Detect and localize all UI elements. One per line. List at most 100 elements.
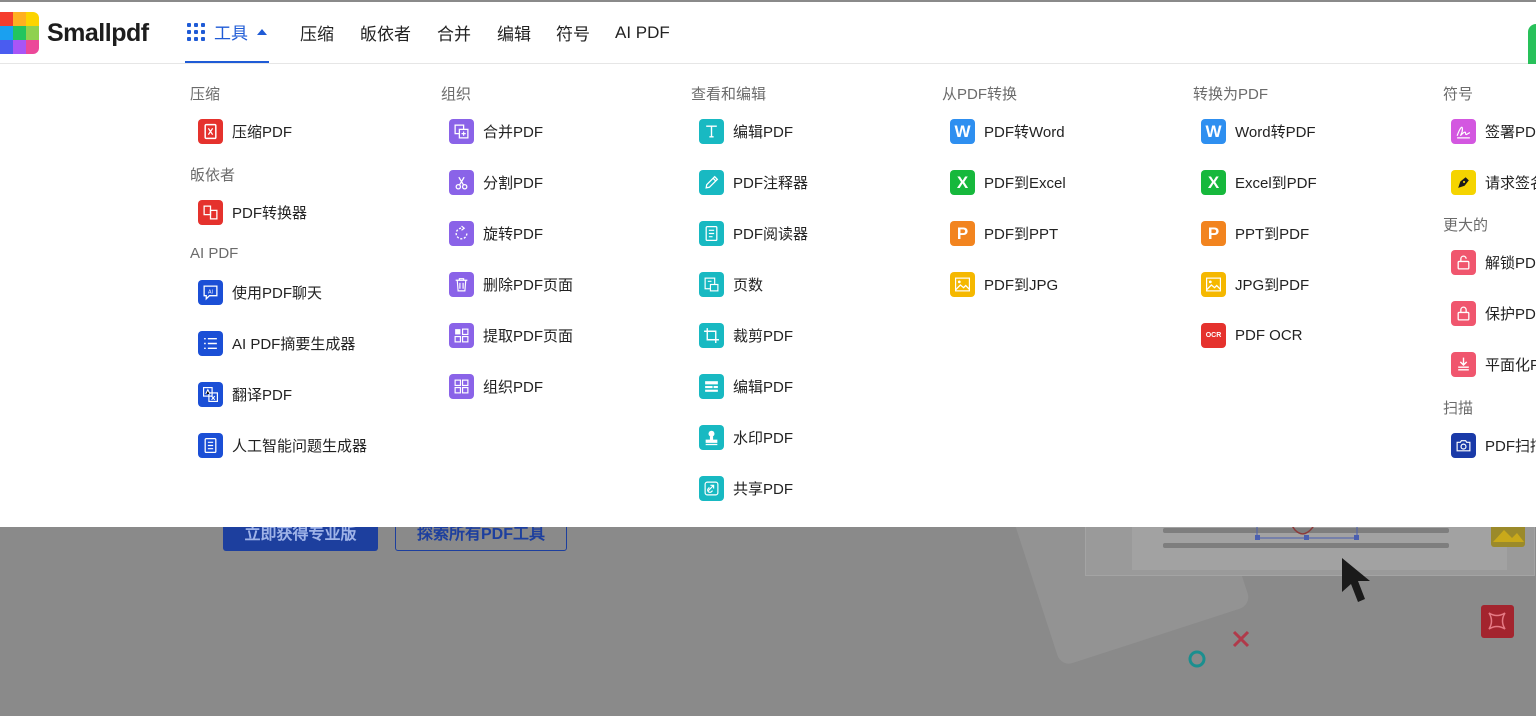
category-to-pdf: 转换为PDF [1193, 86, 1269, 103]
tool-label: 共享PDF [733, 481, 794, 498]
convert-icon [198, 200, 223, 225]
tool-label: AI PDF摘要生成器 [232, 336, 356, 353]
lock-icon [1451, 301, 1476, 326]
category-organize: 组织 [441, 86, 472, 103]
ppt-glyph: P [956, 223, 969, 243]
tool-pdf-to-word[interactable]: W PDF转Word [950, 119, 1065, 144]
tool-label: 使用PDF聊天 [232, 285, 323, 302]
tool-label: PPT到PDF [1235, 226, 1310, 243]
tool-crop-pdf[interactable]: 裁剪PDF [699, 323, 793, 348]
brand-name: Smallpdf [47, 18, 149, 47]
caret-up-icon [257, 28, 267, 35]
tool-edit-pdf[interactable]: 编辑PDF [699, 119, 793, 144]
tool-label: 旋转PDF [483, 226, 544, 243]
flatten-icon [1451, 352, 1476, 377]
tool-ai-summarizer[interactable]: AI PDF摘要生成器 [198, 331, 355, 356]
tool-label: PDF阅读器 [733, 226, 809, 243]
excel-icon: X [950, 170, 975, 195]
tools-dropdown: 压缩 压缩PDF 皈依者 PDF转换器 AI PDF AI 使用PDF聊天 AI… [0, 64, 1536, 527]
tool-delete-pages[interactable]: 删除PDF页面 [449, 272, 573, 297]
tool-sign-pdf[interactable]: 签署PDF [1451, 119, 1536, 144]
category-compress: 压缩 [190, 86, 221, 103]
tool-pdf-scanner[interactable]: PDF扫描仪 [1451, 433, 1536, 458]
tool-watermark-pdf[interactable]: 水印PDF [699, 425, 793, 450]
tool-ppt-to-pdf[interactable]: P PPT到PDF [1201, 221, 1309, 246]
nav-tools-menu[interactable]: 工具 [185, 2, 269, 63]
tool-label: 压缩PDF [232, 124, 293, 141]
tool-label: PDF扫描仪 [1485, 438, 1536, 455]
extract-grid-icon [449, 323, 474, 348]
tool-word-to-pdf[interactable]: W Word转PDF [1201, 119, 1316, 144]
tool-extract-pages[interactable]: 提取PDF页面 [449, 323, 573, 348]
tool-jpg-to-pdf[interactable]: JPG到PDF [1201, 272, 1309, 297]
tool-protect-pdf[interactable]: 保护PDF [1451, 301, 1536, 326]
organize-grid-icon [449, 374, 474, 399]
reader-icon [699, 221, 724, 246]
nav-item-ai-pdf[interactable]: AI PDF [615, 23, 670, 43]
tool-edit-pdf-form[interactable]: 编辑PDF [699, 374, 793, 399]
tool-pdf-to-jpg[interactable]: PDF到JPG [950, 272, 1058, 297]
nav-item-merge[interactable]: 合并 [437, 20, 471, 45]
signature-icon [1451, 119, 1476, 144]
nav-item-convert[interactable]: 皈依者 [360, 20, 411, 45]
image-icon [1201, 272, 1226, 297]
nav-item-edit[interactable]: 编辑 [497, 20, 531, 45]
tool-label: 删除PDF页面 [483, 277, 574, 294]
tool-compress-pdf[interactable]: 压缩PDF [198, 119, 292, 144]
pencil-icon [699, 170, 724, 195]
camera-icon [1451, 433, 1476, 458]
tool-excel-to-pdf[interactable]: X Excel到PDF [1201, 170, 1317, 195]
tool-label: 签署PDF [1485, 124, 1536, 141]
brand-logo[interactable]: Smallpdf [0, 12, 149, 54]
tool-flatten-pdf[interactable]: 平面化PDF [1451, 352, 1536, 377]
tool-organize-pdf[interactable]: 组织PDF [449, 374, 543, 399]
tool-label: 请求签名 [1485, 175, 1536, 192]
ppt-icon: P [1201, 221, 1226, 246]
pen-nib-icon [1451, 170, 1476, 195]
page-number-icon [699, 272, 724, 297]
list-icon [198, 331, 223, 356]
tool-pdf-annotator[interactable]: PDF注释器 [699, 170, 808, 195]
nav-item-compress[interactable]: 压缩 [300, 20, 334, 45]
excel-glyph: X [1207, 172, 1220, 192]
tool-pdf-to-ppt[interactable]: P PDF到PPT [950, 221, 1058, 246]
word-icon: W [950, 119, 975, 144]
category-view-edit: 查看和编辑 [691, 86, 767, 103]
tool-label: 翻译PDF [232, 387, 293, 404]
tool-ai-question-generator[interactable]: 人工智能问题生成器 [198, 433, 367, 458]
ppt-icon: P [950, 221, 975, 246]
tool-label: PDF OCR [1235, 327, 1303, 344]
tool-merge-pdf[interactable]: 合并PDF [449, 119, 543, 144]
svg-text:AI: AI [208, 290, 213, 296]
merge-icon [449, 119, 474, 144]
tool-rotate-pdf[interactable]: 旋转PDF [449, 221, 543, 246]
category-sign: 符号 [1443, 86, 1474, 103]
tool-label: 水印PDF [733, 430, 794, 447]
tool-pdf-ocr[interactable]: OCR PDF OCR [1201, 323, 1303, 348]
tool-pdf-reader[interactable]: PDF阅读器 [699, 221, 808, 246]
tool-label: 组织PDF [483, 379, 544, 396]
category-from-pdf: 从PDF转换 [942, 86, 1018, 103]
tool-chat-pdf[interactable]: AI 使用PDF聊天 [198, 280, 322, 305]
tool-label: PDF到PPT [984, 226, 1059, 243]
tool-split-pdf[interactable]: 分割PDF [449, 170, 543, 195]
tool-label: 裁剪PDF [733, 328, 794, 345]
tool-request-signature[interactable]: 请求签名 [1451, 170, 1536, 195]
tool-label: PDF到Excel [984, 175, 1066, 192]
tool-label: PDF注释器 [733, 175, 809, 192]
tool-label: 编辑PDF [733, 124, 794, 141]
tool-pdf-to-excel[interactable]: X PDF到Excel [950, 170, 1066, 195]
tool-pdf-converter[interactable]: PDF转换器 [198, 200, 307, 225]
tool-label: PDF到JPG [984, 277, 1059, 294]
smallpdf-logo-icon [0, 12, 39, 54]
tool-share-pdf[interactable]: 共享PDF [699, 476, 793, 501]
red-tile-decoration-icon [1481, 605, 1514, 638]
tool-label: 分割PDF [483, 175, 544, 192]
category-more: 更大的 [1443, 217, 1489, 234]
tool-unlock-pdf[interactable]: 解锁PDF [1451, 250, 1536, 275]
tool-translate-pdf[interactable]: 翻译PDF [198, 382, 292, 407]
rotate-icon [449, 221, 474, 246]
circle-decoration-icon [1188, 650, 1206, 668]
tool-page-numbers[interactable]: 页数 [699, 272, 763, 297]
nav-item-sign[interactable]: 符号 [556, 20, 590, 45]
